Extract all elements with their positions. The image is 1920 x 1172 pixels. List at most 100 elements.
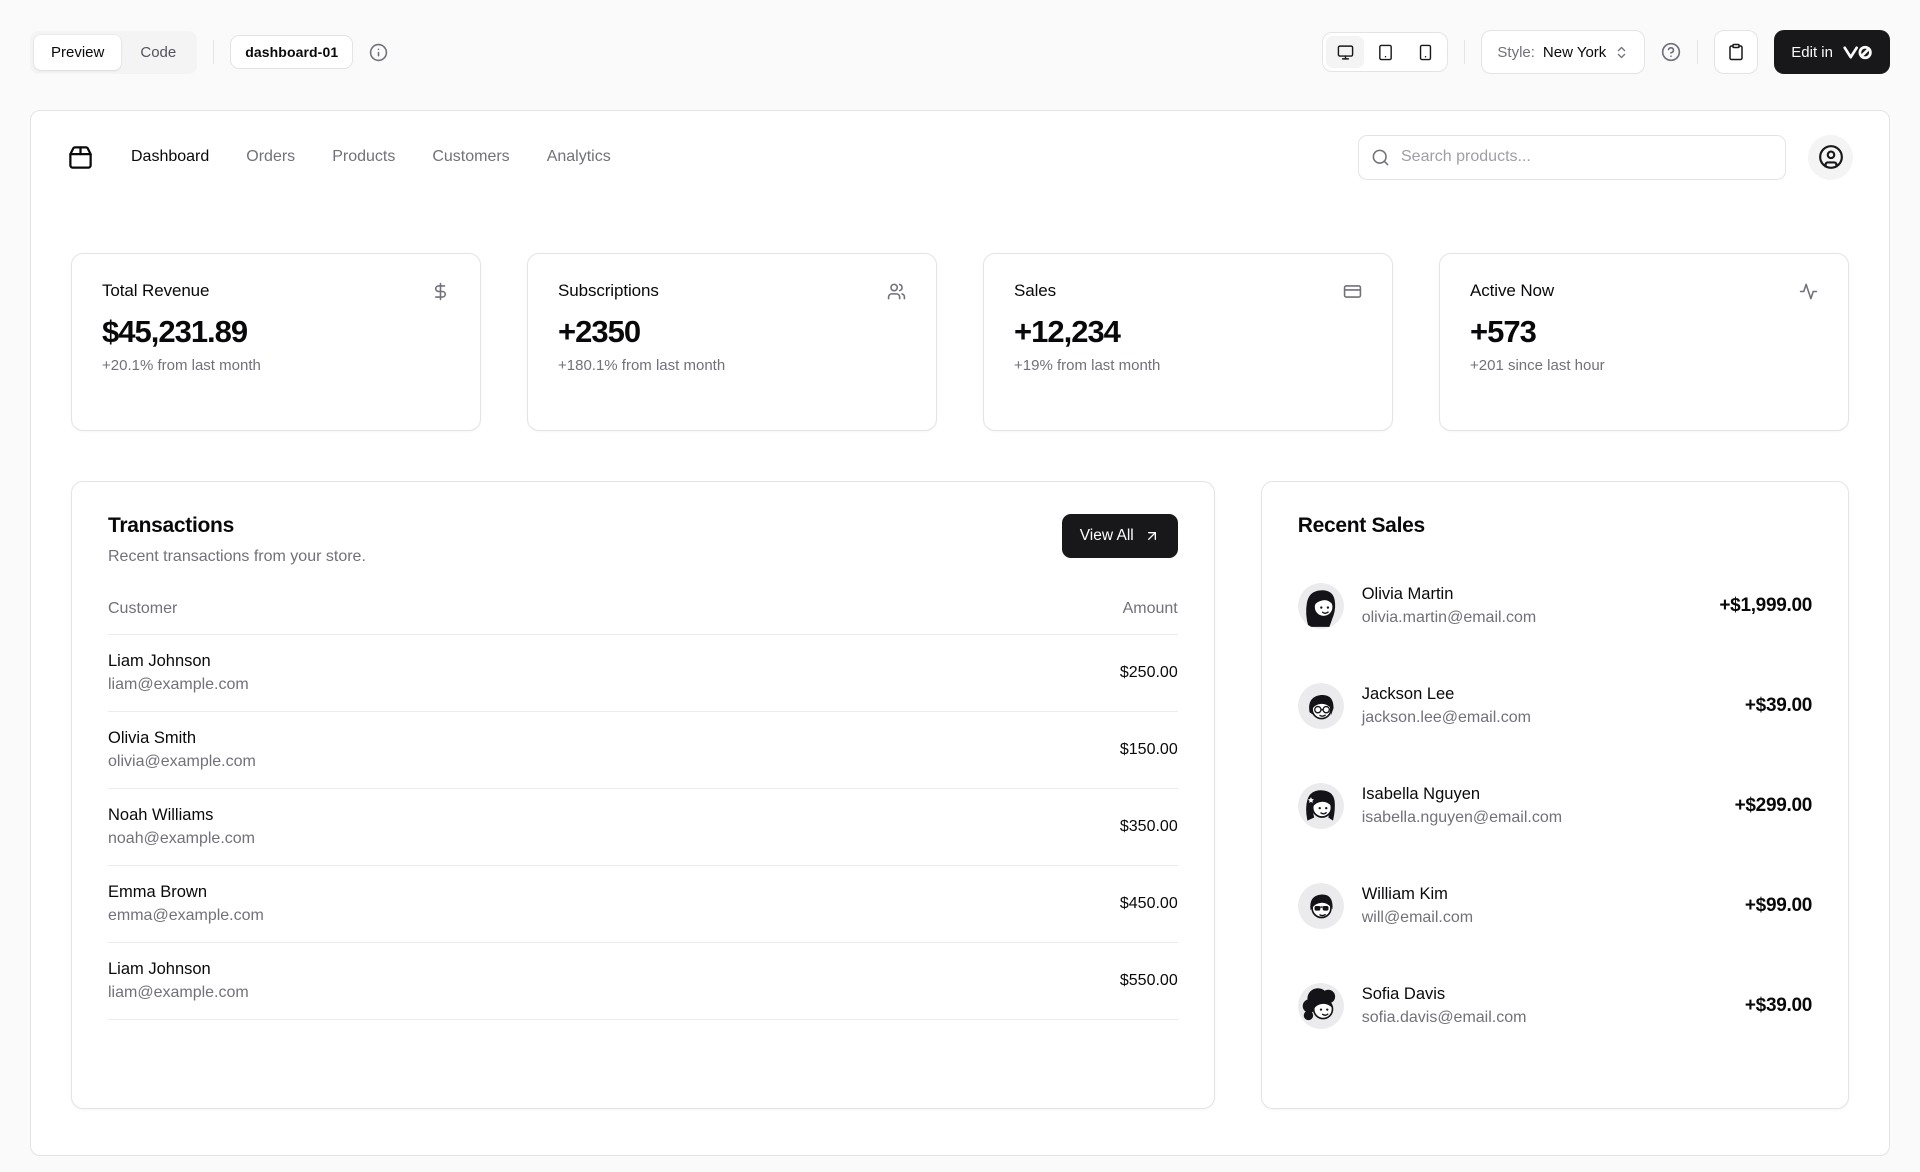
edit-in-v0-button[interactable]: Edit in — [1774, 30, 1890, 74]
copy-code-button[interactable] — [1714, 30, 1758, 74]
toolbar-divider — [1697, 40, 1698, 64]
customer-email: liam@example.com — [108, 984, 888, 1002]
customer-name: Emma Brown — [108, 883, 888, 902]
stat-value: +2350 — [558, 314, 906, 350]
recent-sales-title: Recent Sales — [1298, 514, 1812, 538]
app-header: Dashboard Orders Products Customers Anal… — [31, 111, 1889, 203]
sale-customer-name: William Kim — [1362, 885, 1473, 904]
viewport-toggle[interactable] — [1366, 36, 1404, 68]
v0-logo-icon — [1842, 44, 1873, 61]
stat-title: Subscriptions — [558, 281, 659, 301]
sale-amount: +$299.00 — [1735, 795, 1812, 817]
sale-item: William Kim will@email.com +$99.00 — [1298, 856, 1812, 956]
view-mode-tabs: Preview Code — [30, 31, 197, 74]
transaction-row: Emma Brown emma@example.com $450.00 — [108, 866, 1178, 943]
help-icon[interactable] — [1661, 42, 1681, 62]
view-mode-tab[interactable]: Preview — [34, 35, 121, 70]
transaction-amount: $350.00 — [888, 789, 1178, 866]
edit-in-v0-label: Edit in — [1791, 44, 1833, 61]
nav-link[interactable]: Analytics — [547, 148, 611, 166]
style-value: New York — [1543, 44, 1606, 61]
olivia-martin-avatar — [1298, 583, 1344, 629]
sale-customer-name: Isabella Nguyen — [1362, 785, 1562, 804]
viewport-toggle-group — [1322, 32, 1448, 72]
preview-toolbar: Preview Code dashboard-01 — [30, 0, 1890, 110]
dashboard-app: Dashboard Orders Products Customers Anal… — [30, 110, 1890, 1156]
stat-card: Subscriptions +2350 +180.1% from last mo… — [527, 253, 937, 431]
nav-link[interactable]: Orders — [246, 148, 295, 166]
sofia-davis-avatar — [1298, 983, 1344, 1029]
jackson-lee-avatar — [1298, 683, 1344, 729]
customer-email: liam@example.com — [108, 676, 888, 694]
customer-name: Noah Williams — [108, 806, 888, 825]
toolbar-divider — [213, 40, 214, 64]
column-header-customer: Customer — [108, 592, 888, 635]
style-selector[interactable]: Style: New York — [1481, 30, 1645, 74]
nav-link[interactable]: Customers — [432, 148, 509, 166]
main-nav: Dashboard Orders Products Customers Anal… — [131, 148, 611, 166]
search-box — [1358, 135, 1786, 180]
transaction-row: Olivia Smith olivia@example.com $150.00 — [108, 712, 1178, 789]
transaction-amount: $250.00 — [888, 635, 1178, 712]
transaction-row: Noah Williams noah@example.com $350.00 — [108, 789, 1178, 866]
style-label: Style: — [1497, 44, 1535, 61]
sale-item: Sofia Davis sofia.davis@email.com +$39.0… — [1298, 956, 1812, 1056]
transaction-amount: $550.00 — [888, 943, 1178, 1020]
users-icon — [887, 282, 906, 301]
sale-customer-name: Jackson Lee — [1362, 685, 1531, 704]
stat-title: Sales — [1014, 281, 1056, 301]
william-kim-avatar — [1298, 883, 1344, 929]
customer-name: Olivia Smith — [108, 729, 888, 748]
recent-sales-card: Recent Sales Olivia Martin olivia.martin… — [1261, 481, 1849, 1109]
viewport-toggle[interactable] — [1406, 36, 1444, 68]
sale-customer-email: isabella.nguyen@email.com — [1362, 809, 1562, 827]
block-name-badge: dashboard-01 — [230, 35, 353, 69]
transaction-row: Liam Johnson liam@example.com $550.00 — [108, 943, 1178, 1020]
nav-link[interactable]: Products — [332, 148, 395, 166]
sale-customer-name: Sofia Davis — [1362, 985, 1527, 1004]
stat-value: +573 — [1470, 314, 1818, 350]
sale-item: Olivia Martin olivia.martin@email.com +$… — [1298, 556, 1812, 656]
view-all-label: View All — [1080, 527, 1134, 545]
package-icon — [67, 144, 94, 171]
stat-change: +201 since last hour — [1470, 357, 1818, 374]
user-menu-button[interactable] — [1808, 135, 1853, 180]
transaction-amount: $450.00 — [888, 866, 1178, 943]
dashboard-content: Total Revenue $45,231.89 +20.1% from las… — [31, 203, 1889, 1156]
info-icon[interactable] — [369, 43, 388, 62]
customer-email: olivia@example.com — [108, 753, 888, 771]
dollar-sign-icon — [431, 282, 450, 301]
customer-email: emma@example.com — [108, 907, 888, 925]
sale-customer-email: will@email.com — [1362, 909, 1473, 927]
sale-customer-email: jackson.lee@email.com — [1362, 709, 1531, 727]
sale-item: Jackson Lee jackson.lee@email.com +$39.0… — [1298, 656, 1812, 756]
credit-card-icon — [1343, 282, 1362, 301]
chevrons-up-down-icon — [1614, 45, 1629, 60]
sale-customer-email: olivia.martin@email.com — [1362, 609, 1537, 627]
sale-customer-name: Olivia Martin — [1362, 585, 1537, 604]
sale-amount: +$1,999.00 — [1719, 595, 1812, 617]
viewport-toggle[interactable] — [1326, 36, 1364, 68]
transactions-card: Transactions Recent transactions from yo… — [71, 481, 1215, 1109]
sale-amount: +$39.00 — [1745, 695, 1812, 717]
activity-icon — [1799, 282, 1818, 301]
circle-user-icon — [1818, 144, 1844, 170]
stat-value: +12,234 — [1014, 314, 1362, 350]
view-all-button[interactable]: View All — [1062, 514, 1178, 558]
search-icon — [1371, 148, 1390, 167]
smartphone-icon — [1417, 44, 1434, 61]
customer-email: noah@example.com — [108, 830, 888, 848]
stat-card: Sales +12,234 +19% from last month — [983, 253, 1393, 431]
sale-amount: +$39.00 — [1745, 995, 1812, 1017]
stat-change: +19% from last month — [1014, 357, 1362, 374]
stat-title: Total Revenue — [102, 281, 209, 301]
sale-item: Isabella Nguyen isabella.nguyen@email.co… — [1298, 756, 1812, 856]
view-mode-tab[interactable]: Code — [123, 35, 193, 70]
clipboard-icon — [1727, 43, 1745, 61]
nav-link[interactable]: Dashboard — [131, 148, 209, 166]
stats-row: Total Revenue $45,231.89 +20.1% from las… — [71, 253, 1849, 431]
search-input[interactable] — [1358, 135, 1786, 180]
toolbar-divider — [1464, 40, 1465, 64]
isabella-nguyen-avatar — [1298, 783, 1344, 829]
stat-card: Active Now +573 +201 since last hour — [1439, 253, 1849, 431]
